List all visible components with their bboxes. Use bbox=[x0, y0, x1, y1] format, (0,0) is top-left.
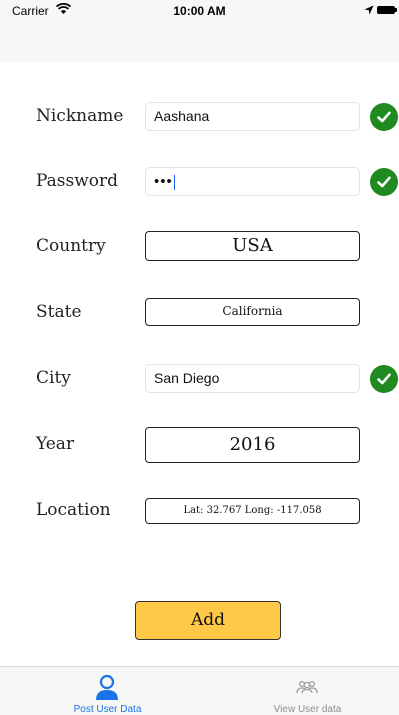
state-picker[interactable]: California bbox=[145, 298, 360, 326]
country-label: Country bbox=[36, 236, 106, 256]
city-valid-check-icon bbox=[370, 365, 398, 393]
password-value: ••• bbox=[154, 173, 173, 190]
tab-label: Post User Data bbox=[73, 704, 142, 715]
status-time: 10:00 AM bbox=[173, 4, 226, 18]
city-input[interactable]: San Diego bbox=[145, 364, 360, 393]
tab-post-user-data[interactable]: Post User Data bbox=[8, 667, 207, 715]
location-label: Location bbox=[36, 500, 111, 520]
tab-view-user-data[interactable]: View User data bbox=[208, 667, 399, 715]
state-label: State bbox=[36, 302, 82, 322]
year-label: Year bbox=[36, 434, 75, 454]
battery-icon bbox=[377, 6, 397, 14]
password-input[interactable]: ••• bbox=[145, 167, 360, 196]
password-valid-check-icon bbox=[370, 168, 398, 196]
location-display: Lat: 32.767 Long: -117.058 bbox=[145, 498, 360, 524]
nickname-valid-check-icon bbox=[370, 103, 398, 131]
person-icon bbox=[94, 674, 120, 706]
people-icon bbox=[296, 680, 318, 699]
top-bar: Carrier 10:00 AM bbox=[0, 0, 399, 62]
add-button[interactable]: Add bbox=[135, 601, 281, 640]
nickname-label: Nickname bbox=[36, 106, 124, 126]
city-label: City bbox=[36, 368, 71, 388]
tab-bar: Post User Data View User data bbox=[0, 666, 399, 715]
text-cursor bbox=[173, 174, 175, 190]
password-label: Password bbox=[36, 171, 119, 191]
tab-label: View User data bbox=[273, 704, 342, 715]
status-bar: Carrier 10:00 AM bbox=[0, 0, 399, 22]
location-arrow-icon bbox=[364, 4, 374, 18]
nickname-input[interactable]: Aashana bbox=[145, 102, 360, 131]
year-picker[interactable]: 2016 bbox=[145, 427, 360, 463]
country-picker[interactable]: USA bbox=[145, 231, 360, 261]
